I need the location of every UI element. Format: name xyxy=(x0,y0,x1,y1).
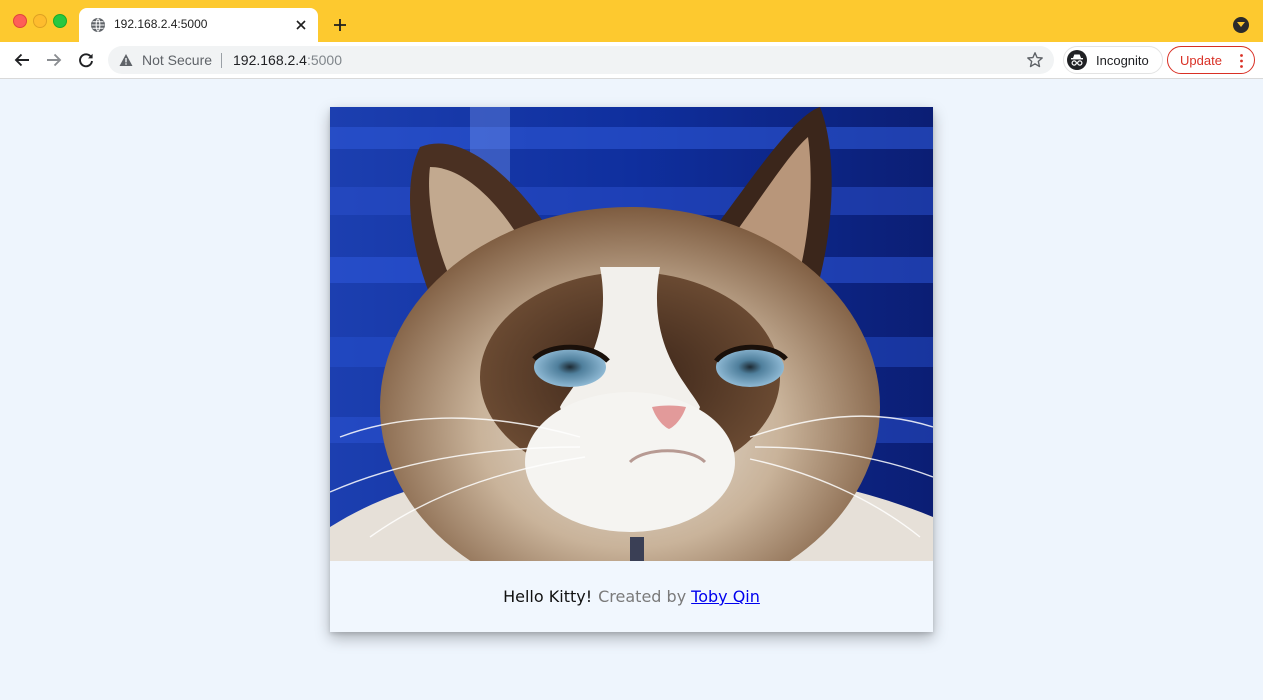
url-host: 192.168.2.4 xyxy=(233,52,307,68)
cat-photo xyxy=(330,107,933,561)
new-tab-icon[interactable] xyxy=(330,15,350,35)
incognito-icon xyxy=(1067,50,1087,70)
window-close-button[interactable] xyxy=(13,14,27,28)
greeting-text: Hello Kitty! xyxy=(503,587,593,606)
address-bar[interactable]: Not Secure 192.168.2.4:5000 xyxy=(108,46,1054,74)
card-caption: Hello Kitty! Created by Toby Qin xyxy=(330,561,933,632)
url-port: :5000 xyxy=(306,52,343,68)
more-menu-icon[interactable] xyxy=(1240,54,1243,68)
incognito-label: Incognito xyxy=(1096,53,1149,68)
tab-search-icon[interactable] xyxy=(1233,17,1249,33)
reload-icon[interactable] xyxy=(75,49,97,71)
cat-card: Hello Kitty! Created by Toby Qin xyxy=(330,107,933,632)
incognito-indicator[interactable]: Incognito xyxy=(1063,46,1163,74)
forward-arrow-icon[interactable] xyxy=(43,49,65,71)
created-by-text: Created by xyxy=(598,587,687,606)
browser-tab[interactable]: 192.168.2.4:5000 xyxy=(79,8,318,42)
window-maximize-button[interactable] xyxy=(53,14,67,28)
globe-icon xyxy=(91,18,105,32)
tab-strip: 192.168.2.4:5000 xyxy=(0,0,1263,42)
window-minimize-button[interactable] xyxy=(33,14,47,28)
security-status[interactable]: Not Secure xyxy=(142,52,212,68)
back-arrow-icon[interactable] xyxy=(11,49,33,71)
warning-icon[interactable] xyxy=(119,53,133,67)
tab-title: 192.168.2.4:5000 xyxy=(114,17,208,31)
author-link[interactable]: Toby Qin xyxy=(691,587,760,606)
omnibox-divider xyxy=(221,53,222,68)
bookmark-star-icon[interactable] xyxy=(1026,51,1044,69)
tab-close-icon[interactable] xyxy=(292,16,310,34)
update-label: Update xyxy=(1180,53,1222,68)
browser-toolbar: Not Secure 192.168.2.4:5000 Incognito Up… xyxy=(0,42,1263,79)
update-button[interactable]: Update xyxy=(1167,46,1255,74)
url-text[interactable]: 192.168.2.4:5000 xyxy=(233,52,342,68)
